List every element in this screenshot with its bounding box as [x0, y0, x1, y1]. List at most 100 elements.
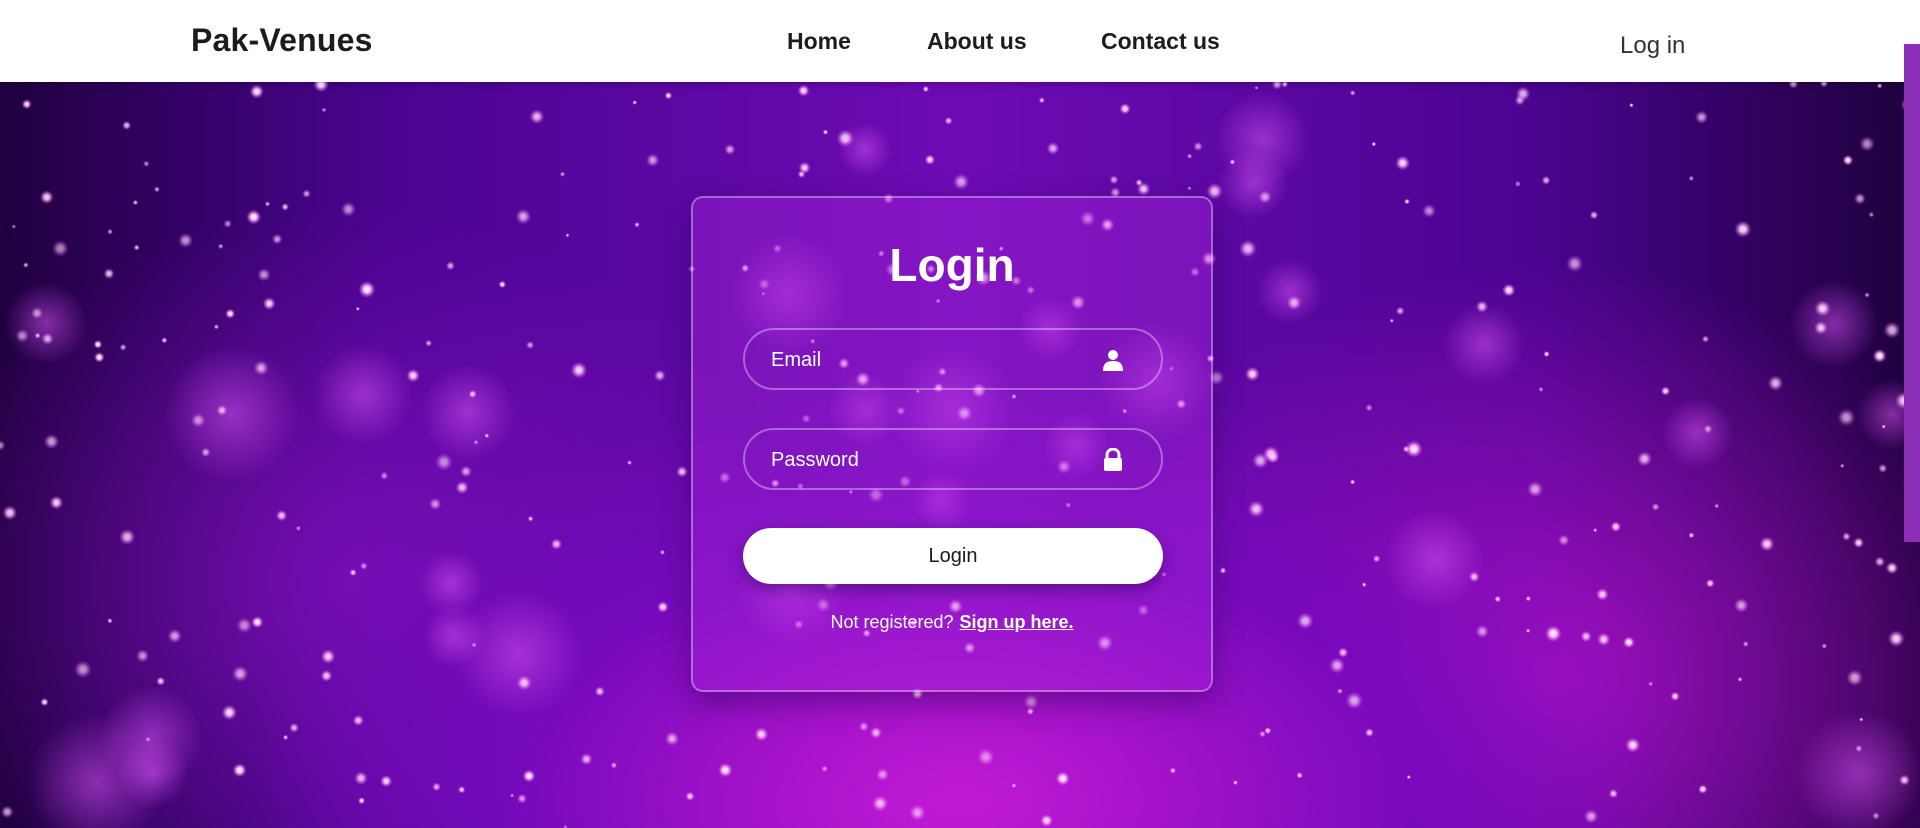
bokeh-particle [320, 669, 333, 682]
bokeh-particle [1874, 556, 1886, 567]
bokeh-particle [94, 352, 105, 363]
bokeh-particle [1629, 103, 1634, 108]
bokeh-particle [1859, 136, 1875, 152]
bokeh-particle [1259, 730, 1266, 738]
bokeh-blob [455, 590, 583, 718]
bokeh-particle [797, 170, 806, 179]
bokeh-blob [420, 364, 517, 461]
bokeh-particle [1767, 375, 1784, 391]
bokeh-particle [355, 306, 360, 311]
bokeh-particle [1610, 521, 1622, 533]
bokeh-particle [1622, 636, 1635, 649]
bokeh-particle [1878, 463, 1888, 473]
nav-contact[interactable]: Contact us [1101, 28, 1220, 55]
bokeh-particle [471, 642, 477, 648]
bokeh-particle [455, 480, 469, 495]
bokeh-particle [74, 660, 92, 679]
bokeh-particle [1872, 811, 1880, 820]
bokeh-particle [1589, 210, 1599, 220]
bokeh-particle [358, 280, 376, 298]
scrollbar-thumb[interactable] [1904, 44, 1920, 542]
lock-icon [1104, 448, 1122, 471]
bokeh-particle [685, 791, 695, 801]
bokeh-particle [340, 201, 356, 217]
bokeh-particle [460, 465, 472, 478]
bokeh-particle [39, 190, 54, 205]
bokeh-particle [1187, 153, 1193, 159]
bokeh-particle [178, 232, 194, 248]
bokeh-particle [1538, 386, 1544, 392]
bokeh-particle [1608, 788, 1619, 799]
bokeh-particle [909, 804, 926, 821]
bokeh-particle [217, 243, 224, 250]
bokeh-particle [1714, 503, 1720, 509]
bokeh-particle [1395, 306, 1405, 316]
bokeh-particle [15, 328, 30, 343]
password-field[interactable] [743, 428, 1163, 490]
bokeh-particle [632, 100, 638, 105]
password-input[interactable] [769, 430, 1093, 490]
bokeh-particle [1877, 83, 1883, 89]
bokeh-particle [225, 308, 236, 319]
bokeh-particle [167, 628, 182, 644]
bokeh-particle [246, 209, 262, 225]
signup-link[interactable]: Sign up here. [960, 612, 1074, 632]
bokeh-particle [1842, 154, 1854, 166]
email-input[interactable] [769, 330, 1093, 390]
bokeh-particle [1345, 691, 1364, 710]
bokeh-particle [1541, 175, 1551, 185]
bokeh-blob [1385, 509, 1485, 610]
bokeh-particle [645, 153, 660, 167]
bokeh-particle [1405, 440, 1423, 458]
login-button[interactable]: Login [743, 528, 1163, 584]
bokeh-particle [1837, 408, 1856, 427]
bokeh-particle [1596, 632, 1611, 647]
bokeh-particle [1864, 292, 1870, 298]
site-logo[interactable]: Pak-Venues [191, 22, 373, 59]
bokeh-particle [352, 714, 364, 727]
bokeh-particle [213, 324, 220, 330]
bokeh-particle [1468, 571, 1480, 583]
header-login-link[interactable]: Log in [1620, 32, 1685, 60]
bokeh-particle [302, 189, 311, 198]
bokeh-particle [271, 233, 283, 245]
bokeh-particle [1525, 595, 1532, 602]
bokeh-particle [41, 332, 54, 345]
bokeh-particle [231, 665, 249, 682]
bokeh-particle [525, 340, 535, 350]
bokeh-particle [1296, 612, 1314, 630]
bokeh-particle [869, 726, 883, 739]
nav-about[interactable]: About us [927, 28, 1027, 55]
email-field[interactable] [743, 328, 1163, 390]
bokeh-particle [858, 721, 869, 732]
bokeh-particle [1842, 532, 1851, 541]
bokeh-particle [659, 549, 666, 555]
bokeh-particle [1558, 534, 1570, 546]
bokeh-particle [1648, 681, 1654, 687]
bokeh-blob [1661, 397, 1734, 469]
bokeh-particle [1526, 481, 1544, 498]
bokeh-particle [133, 244, 140, 251]
bokeh-particle [664, 91, 673, 100]
bokeh-particle [51, 240, 69, 257]
bokeh-particle [1670, 691, 1680, 701]
bokeh-blob [117, 737, 189, 809]
bokeh-particle [522, 769, 536, 783]
bokeh-blob [1795, 709, 1920, 828]
bokeh-particle [1759, 536, 1775, 552]
bokeh-particle [30, 306, 44, 320]
bokeh-particle [34, 332, 41, 339]
nav-home[interactable]: Home [787, 28, 851, 55]
bokeh-particle [122, 120, 132, 130]
bokeh-particle [132, 199, 139, 206]
bokeh-particle [484, 433, 490, 439]
bokeh-particle [1853, 537, 1864, 549]
bokeh-particle [320, 649, 336, 664]
bokeh-particle [1252, 452, 1269, 469]
bokeh-particle [232, 763, 247, 778]
bokeh-particle [1872, 348, 1887, 363]
bokeh-particle [107, 228, 113, 235]
bokeh-particle [295, 525, 302, 531]
bokeh-particle [313, 82, 329, 93]
bokeh-particle [435, 453, 453, 471]
